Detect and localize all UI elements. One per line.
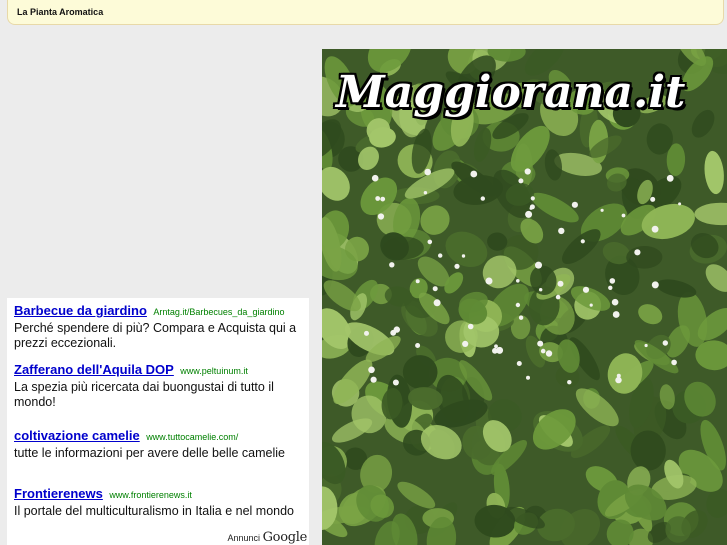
ads-by-google-link[interactable]: Annunci Google	[227, 530, 308, 545]
ad-description: La spezia più ricercata dai buongustai d…	[14, 380, 274, 409]
google-logo: Google	[262, 530, 308, 545]
header-bar: La Pianta Aromatica	[7, 0, 724, 25]
ad-item: coltivazione camelie www.tuttocamelie.co…	[14, 428, 306, 461]
ad-title-link[interactable]: coltivazione camelie	[14, 428, 140, 443]
ad-url[interactable]: www.frontierenews.it	[109, 490, 192, 500]
ad-url[interactable]: www.tuttocamelie.com/	[146, 432, 238, 442]
ad-title-link[interactable]: Zafferano dell'Aquila DOP	[14, 362, 174, 377]
ad-url[interactable]: www.peltuinum.it	[180, 366, 248, 376]
site-tagline: La Pianta Aromatica	[17, 7, 104, 17]
ad-item: Frontierenews www.frontierenews.it Il po…	[14, 486, 306, 519]
ad-url[interactable]: Arntag.it/Barbecues_da_giardino	[153, 307, 284, 317]
ad-title-link[interactable]: Barbecue da giardino	[14, 303, 147, 318]
ad-description: tutte le informazioni per avere delle be…	[14, 446, 285, 460]
ad-item: Barbecue da giardino Arntag.it/Barbecues…	[14, 303, 306, 351]
ad-description: Il portale del multiculturalismo in Ital…	[14, 504, 294, 518]
ad-title-link[interactable]: Frontierenews	[14, 486, 103, 501]
marjoram-plant-photo	[322, 49, 727, 545]
site-logo[interactable]: Maggiorana.it	[336, 67, 685, 118]
ad-description: Perché spendere di più? Compara e Acquis…	[14, 321, 297, 350]
ad-block: Barbecue da giardino Arntag.it/Barbecues…	[7, 298, 309, 545]
hero-image: Maggiorana.it	[322, 49, 727, 545]
ad-item: Zafferano dell'Aquila DOP www.peltuinum.…	[14, 362, 306, 410]
ads-attribution-label: Annunci	[227, 533, 261, 543]
